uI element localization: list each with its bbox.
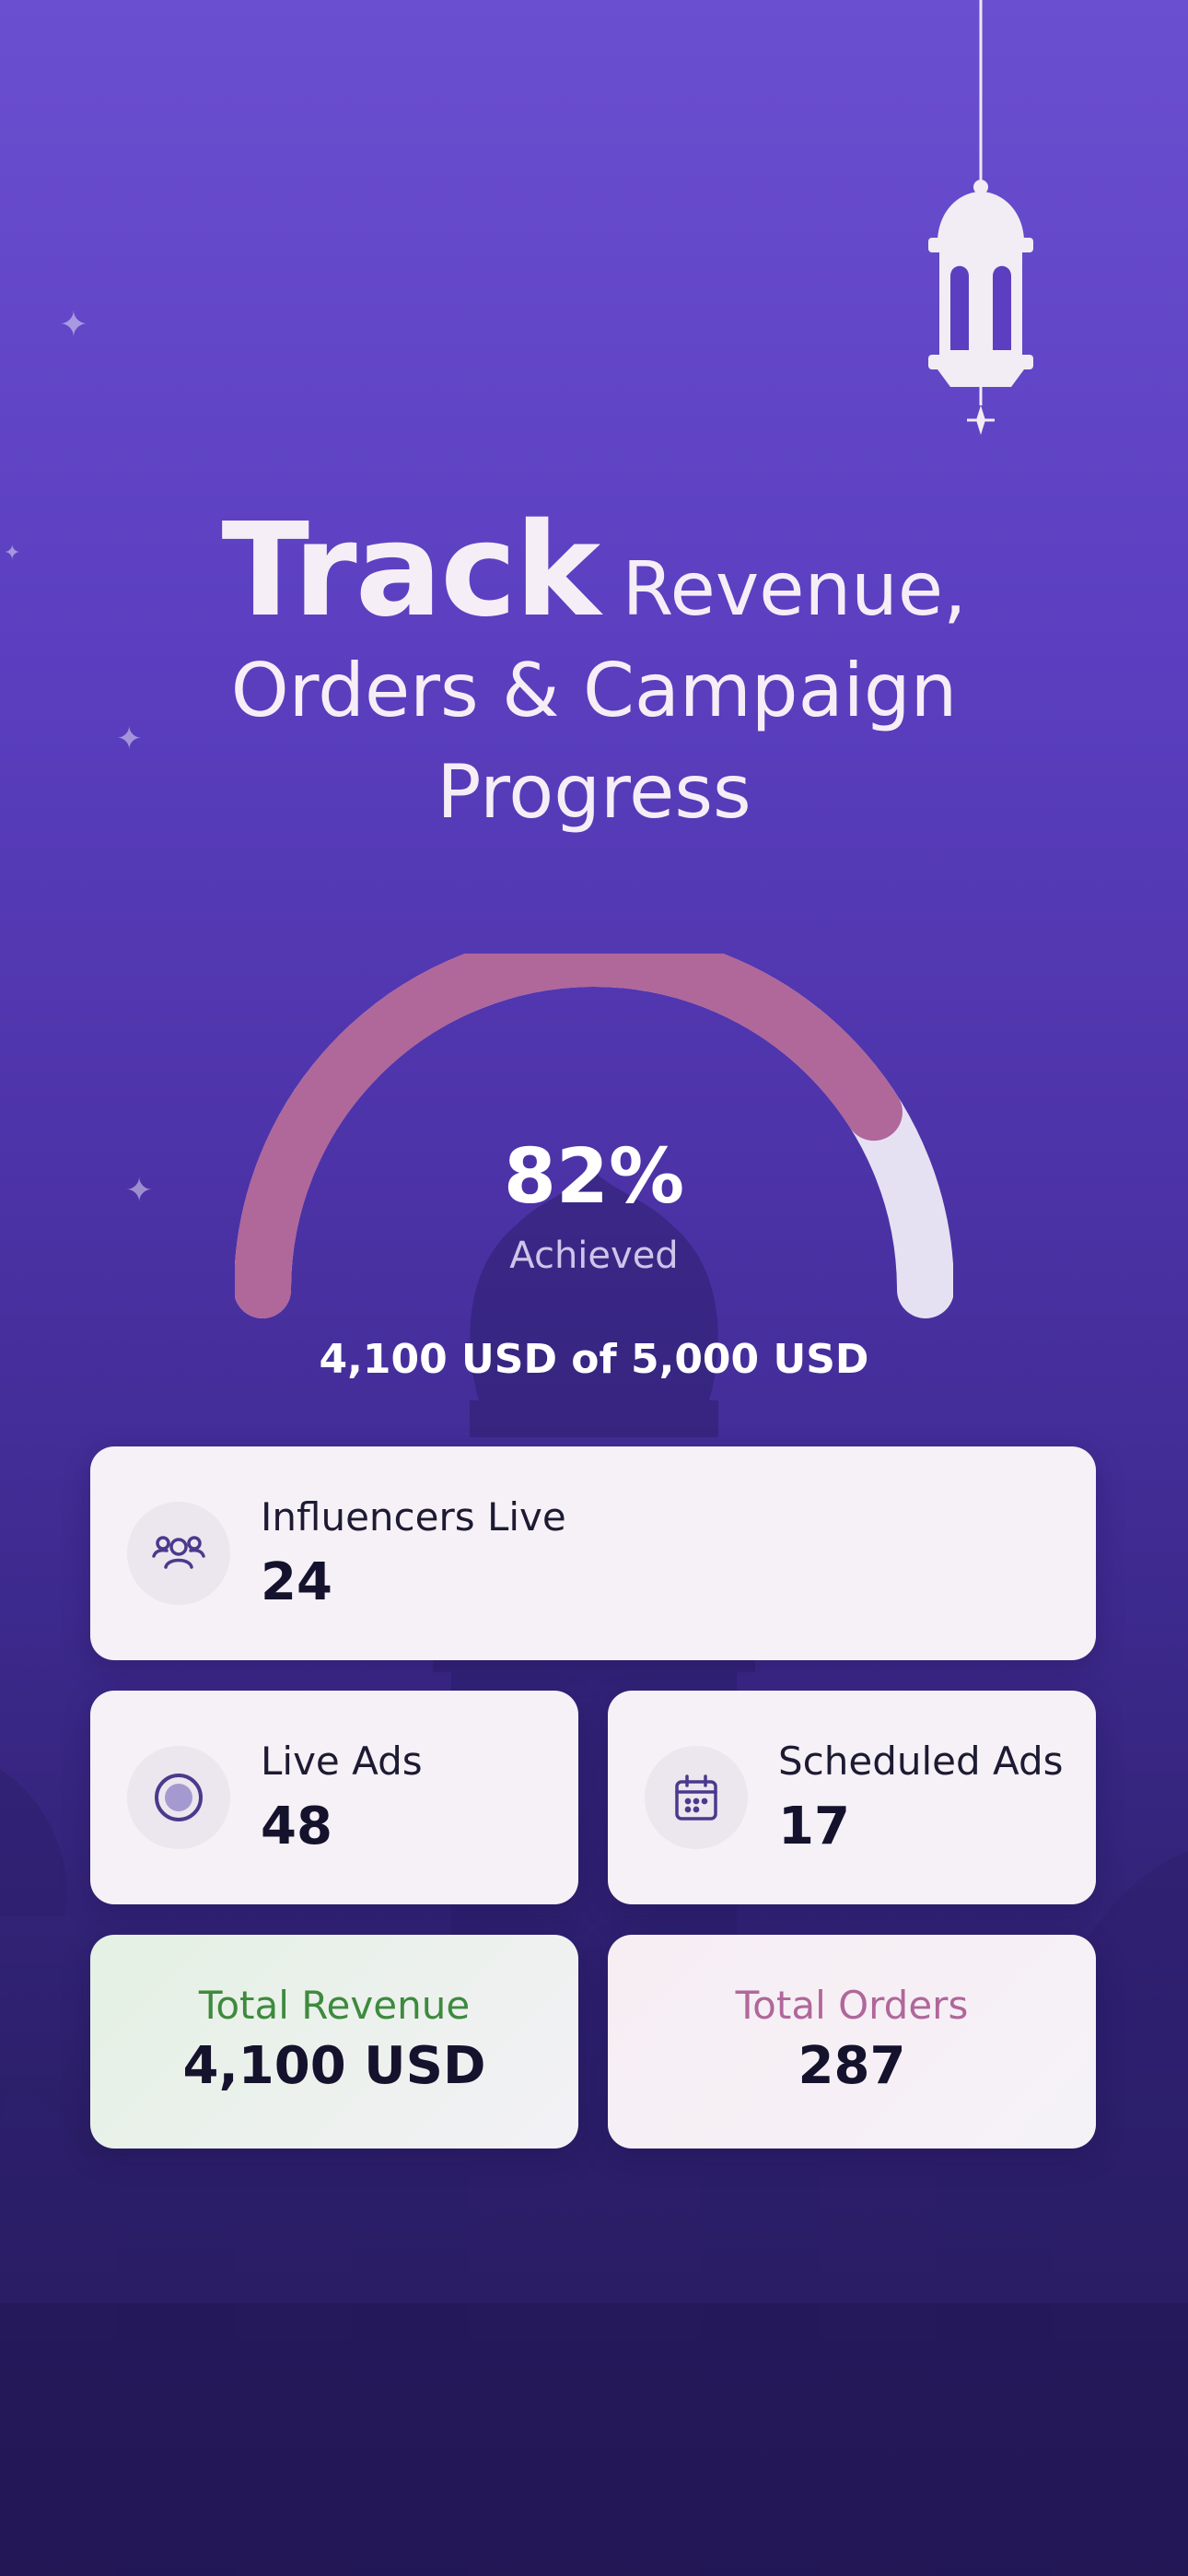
influencers-value: 24 [261,1552,332,1612]
scheduled-ads-value: 17 [778,1797,850,1856]
live-target-icon [127,1746,230,1849]
people-icon [127,1502,230,1605]
total-revenue-label: Total Revenue [198,1983,471,2028]
live-ads-card[interactable]: Live Ads 48 [90,1691,578,1904]
total-orders-label: Total Orders [735,1983,969,2028]
total-revenue-card[interactable]: Total Revenue 4,100 USD [90,1935,578,2149]
influencers-label: Influencers Live [261,1494,566,1540]
progress-summary: 4,100 USD of 5,000 USD [319,1336,869,1383]
headline-line2: Orders & Campaign [230,648,958,733]
scheduled-ads-card[interactable]: Scheduled Ads 17 [608,1691,1096,1904]
total-orders-card[interactable]: Total Orders 287 [608,1935,1096,2149]
progress-label: Achieved [509,1235,679,1277]
headline-strong: Track [221,496,601,646]
headline-line3: Progress [437,749,751,835]
calendar-icon [645,1746,748,1849]
progress-percent: 82% [503,1133,685,1221]
total-orders-value: 287 [798,2036,906,2096]
live-ads-value: 48 [261,1797,332,1856]
headline-line1: Revenue, [622,546,967,632]
total-revenue-value: 4,100 USD [182,2036,486,2096]
sparkle-icon: ✦ [59,304,88,345]
scheduled-ads-label: Scheduled Ads [778,1739,1064,1784]
live-ads-label: Live Ads [261,1739,423,1784]
headline: Track Revenue, Orders & Campaign Progres… [0,507,1188,843]
influencers-card[interactable]: Influencers Live 24 [90,1446,1096,1660]
lantern-icon [928,0,1033,435]
